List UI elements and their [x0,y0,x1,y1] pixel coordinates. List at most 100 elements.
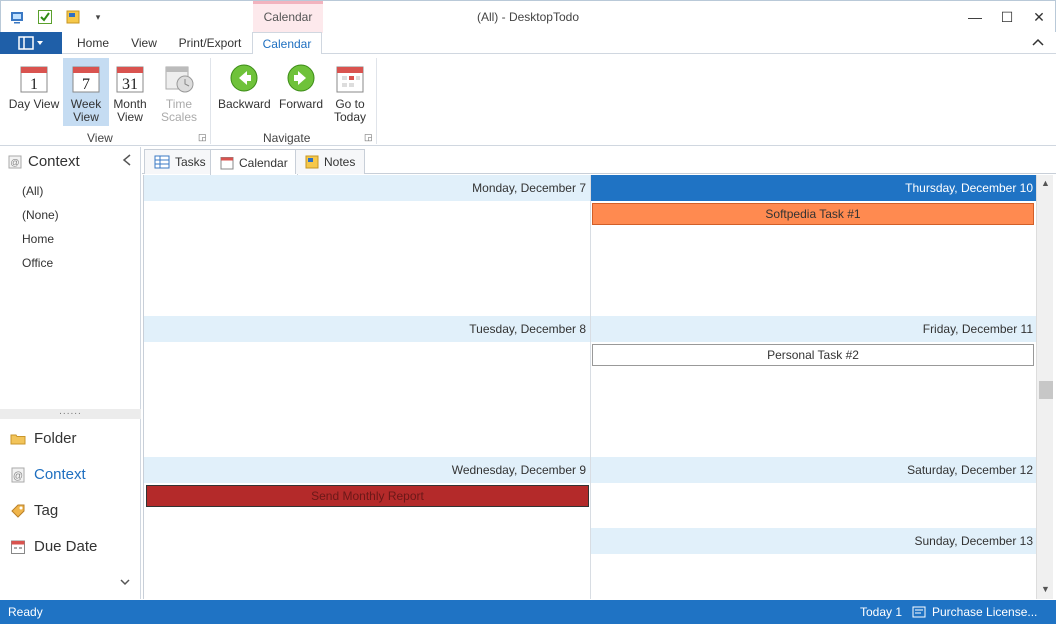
document-tabs: Tasks Calendar Notes [142,147,1056,175]
collapse-pane-icon[interactable] [122,153,132,170]
ribbon: 1 Day View 7 Week View 31 Month View Tim… [0,54,1056,146]
scroll-down-icon[interactable]: ▼ [1037,581,1054,597]
chevron-down-icon[interactable] [120,575,130,589]
month-view-button[interactable]: 31 Month View [107,58,153,126]
status-today-count[interactable]: Today 1 [860,605,902,619]
navigate-group-launcher-icon[interactable]: ◲ [364,132,373,143]
time-scales-icon [163,62,195,94]
grid-icon [154,155,170,169]
tag-icon [11,504,25,518]
calendar-week-icon: 7 [70,62,102,94]
day-header-wednesday[interactable]: Wednesday, December 9 [144,457,590,483]
context-item-home[interactable]: Home [22,232,54,246]
forward-button[interactable]: Forward [276,58,326,126]
minimize-button[interactable]: — [959,1,991,33]
calendar-icon [11,540,25,554]
calendar-today-icon [334,62,366,94]
arrow-right-icon [285,62,317,94]
backward-label: Backward [218,97,271,111]
time-scales-button[interactable]: Time Scales [156,58,202,126]
folder-icon [10,434,26,444]
view-group-label: View [87,131,113,145]
nav-item-due-date[interactable]: Due Date [10,538,97,555]
nav-item-label: Folder [34,430,77,447]
go-to-today-label-2: Today [333,110,367,124]
context-item-none[interactable]: (None) [22,208,59,222]
pane-splitter[interactable]: ...... [0,407,141,419]
tab-notes-label: Notes [324,155,356,169]
day-view-button[interactable]: 1 Day View [8,58,60,126]
note-icon [305,155,319,169]
context-item-all[interactable]: (All) [22,184,43,198]
tab-view[interactable]: View [124,32,164,54]
tab-notes[interactable]: Notes [295,149,366,174]
svg-text:@: @ [10,157,19,167]
status-ready: Ready [8,605,43,619]
tab-tasks[interactable]: Tasks [144,149,216,174]
context-pane-header: @ Context [8,153,80,170]
go-to-today-button[interactable]: Go to Today [328,58,372,126]
purchase-license-label: Purchase License... [932,605,1038,619]
backward-button[interactable]: Backward [218,58,271,126]
calendar-month-icon: 31 [114,62,146,94]
file-menu-button[interactable] [0,32,62,54]
appointment-softpedia-task[interactable]: Softpedia Task #1 [592,203,1034,225]
ribbon-tab-row: Home View Print/Export Calendar [0,32,1056,55]
day-view-label: Day View [8,97,60,111]
collapse-ribbon-icon[interactable] [1032,34,1044,50]
tab-calendar-view[interactable]: Calendar [210,149,298,175]
tab-home[interactable]: Home [70,32,116,54]
calendar-scrollbar[interactable]: ▲ ▼ [1036,175,1053,599]
tab-tasks-label: Tasks [175,155,206,169]
context-pane-title: Context [28,153,80,170]
appointment-monthly-report[interactable]: Send Monthly Report [146,485,589,507]
scroll-up-icon[interactable]: ▲ [1037,175,1054,191]
time-scales-label-2: Scales [160,110,198,124]
week-view-button[interactable]: 7 Week View [63,58,109,126]
calendar-icon [220,156,234,169]
nav-item-folder[interactable]: Folder [10,430,77,447]
appointment-personal-task[interactable]: Personal Task #2 [592,344,1034,366]
status-bar: Ready Today 1 Purchase License... [0,600,1056,624]
week-view-label-2: View [73,110,99,124]
at-icon: @ [11,467,25,482]
group-separator [210,58,211,144]
close-button[interactable]: ✕ [1023,1,1055,33]
day-header-monday[interactable]: Monday, December 7 [144,175,590,201]
view-group-launcher-icon[interactable]: ◲ [198,132,207,143]
month-view-label-2: View [117,110,143,124]
day-header-saturday[interactable]: Saturday, December 12 [591,457,1037,483]
navigate-group-label: Navigate [263,131,311,145]
nav-item-label: Tag [34,502,59,519]
license-icon [912,606,926,618]
svg-text:7: 7 [82,76,90,93]
nav-item-label: Context [34,466,86,483]
maximize-button[interactable]: ☐ [991,1,1023,33]
day-header-sunday[interactable]: Sunday, December 13 [591,528,1037,554]
svg-text:31: 31 [122,76,138,93]
arrow-left-icon [228,62,260,94]
nav-item-label: Due Date [34,538,98,555]
window-title: (All) - DesktopTodo [476,10,580,24]
week-calendar[interactable]: Monday, December 7 Tuesday, December 8 W… [143,175,1037,599]
svg-text:@: @ [13,471,23,482]
tab-calendar[interactable]: Calendar [252,32,322,55]
group-separator [376,58,377,144]
purchase-license-button[interactable]: Purchase License... [912,605,1037,619]
forward-label: Forward [278,97,323,111]
nav-item-context[interactable]: @ Context [10,466,86,483]
calendar-day-icon: 1 [18,62,50,94]
scroll-thumb[interactable] [1039,381,1053,399]
menu-icon [18,36,43,50]
day-header-thursday[interactable]: Thursday, December 10 [591,175,1037,201]
tab-print-export[interactable]: Print/Export [172,32,248,54]
day-header-friday[interactable]: Friday, December 11 [591,316,1037,342]
at-icon: @ [8,155,22,168]
svg-text:1: 1 [30,76,38,93]
navigation-pane: @ Context (All) (None) Home Office .....… [0,147,141,599]
nav-item-tag[interactable]: Tag [10,502,58,519]
title-bar: ▾ Calendar (All) - DesktopTodo — ☐ ✕ [0,0,1056,33]
tab-calendar-label: Calendar [239,155,288,170]
context-item-office[interactable]: Office [22,256,53,270]
day-header-tuesday[interactable]: Tuesday, December 8 [144,316,590,342]
